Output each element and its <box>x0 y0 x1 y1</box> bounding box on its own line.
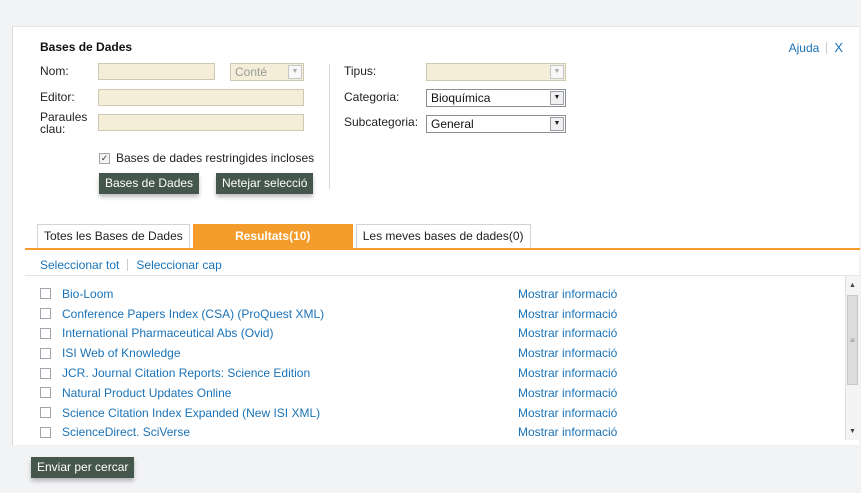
keywords-label: Paraules clau: <box>40 110 88 136</box>
show-info-link[interactable]: Mostrar informació <box>518 287 617 301</box>
tab-my-databases[interactable]: Les meves bases de dades(0) <box>355 224 531 248</box>
scrollbar-thumb[interactable]: ≡ <box>847 295 858 385</box>
divider <box>25 275 860 276</box>
result-name-link[interactable]: International Pharmaceutical Abs (Ovid) <box>62 326 273 340</box>
show-info-link[interactable]: Mostrar informació <box>518 425 617 439</box>
tab-underline <box>25 248 860 250</box>
result-checkbox[interactable] <box>40 347 51 359</box>
category-select-value: Bioquímica <box>431 91 491 105</box>
show-info-link[interactable]: Mostrar informació <box>518 386 617 400</box>
list-item: JCR. Journal Citation Reports: Science E… <box>40 363 840 383</box>
result-checkbox[interactable] <box>40 327 51 339</box>
chevron-down-icon: ▼ <box>550 65 564 79</box>
clear-selection-button[interactable]: Netejar selecció <box>216 173 314 194</box>
result-name-link[interactable]: ScienceDirect. SciVerse <box>62 425 190 439</box>
divider <box>127 259 129 271</box>
category-select[interactable]: Bioquímica ▼ <box>426 89 566 107</box>
category-label: Categoria: <box>344 90 400 104</box>
contains-select-value: Conté <box>235 65 268 79</box>
tab-all-databases[interactable]: Totes les Bases de Dades <box>37 224 190 248</box>
divider <box>826 41 828 54</box>
list-item: ScienceDirect. SciVerse Mostrar informac… <box>40 423 840 443</box>
type-label: Tipus: <box>344 64 377 78</box>
results-list: Bio-Loom Mostrar informació Conference P… <box>40 284 840 442</box>
result-name-link[interactable]: Conference Papers Index (CSA) (ProQuest … <box>62 307 324 321</box>
contains-select[interactable]: Conté ▼ <box>230 63 304 81</box>
results-scrollbar[interactable]: ▲ ≡ ▼ <box>845 276 859 440</box>
result-name-link[interactable]: Science Citation Index Expanded (New ISI… <box>62 406 320 420</box>
result-checkbox[interactable] <box>40 407 51 419</box>
restricted-checkbox-row[interactable]: ✓ Bases de dades restringides incloses <box>99 151 314 165</box>
list-item: Bio-Loom Mostrar informació <box>40 284 840 304</box>
database-panel: Bases de Dades Ajuda X Nom: Conté ▼ Edit… <box>12 26 860 445</box>
keywords-input[interactable] <box>98 114 304 131</box>
subcategory-select[interactable]: General ▼ <box>426 115 566 133</box>
chevron-down-icon: ▼ <box>550 117 564 131</box>
select-none-link[interactable]: Seleccionar cap <box>136 258 221 272</box>
type-select[interactable]: ▼ <box>426 63 566 81</box>
chevron-down-icon: ▼ <box>550 91 564 105</box>
results-tabs: Totes les Bases de Dades Resultats(10) L… <box>37 224 534 248</box>
panel-title: Bases de Dades <box>40 40 133 54</box>
scroll-up-icon[interactable]: ▲ <box>846 278 859 292</box>
result-checkbox[interactable] <box>40 387 51 399</box>
name-label: Nom: <box>40 64 69 78</box>
result-checkbox[interactable] <box>40 367 51 379</box>
restricted-checkbox[interactable]: ✓ <box>99 152 110 164</box>
editor-input[interactable] <box>98 89 304 106</box>
selection-bar: Seleccionar tot Seleccionar cap <box>40 258 222 272</box>
select-all-link[interactable]: Seleccionar tot <box>40 258 119 272</box>
result-checkbox[interactable] <box>40 288 51 300</box>
show-info-link[interactable]: Mostrar informació <box>518 366 617 380</box>
editor-label: Editor: <box>40 90 75 104</box>
tab-results[interactable]: Resultats(10) <box>192 224 353 248</box>
list-item: ISI Web of Knowledge Mostrar informació <box>40 343 840 363</box>
close-icon[interactable]: X <box>834 40 843 55</box>
name-input[interactable] <box>98 63 215 80</box>
list-item: Conference Papers Index (CSA) (ProQuest … <box>40 304 840 324</box>
help-link[interactable]: Ajuda <box>789 41 820 55</box>
show-info-link[interactable]: Mostrar informació <box>518 346 617 360</box>
show-info-link[interactable]: Mostrar informació <box>518 406 617 420</box>
page: Bases de Dades Ajuda X Nom: Conté ▼ Edit… <box>0 0 861 493</box>
list-item: Natural Product Updates Online Mostrar i… <box>40 383 840 403</box>
result-checkbox[interactable] <box>40 426 51 438</box>
subcategory-select-value: General <box>431 117 474 131</box>
result-name-link[interactable]: Bio-Loom <box>62 287 113 301</box>
list-item: International Pharmaceutical Abs (Ovid) … <box>40 324 840 344</box>
show-info-link[interactable]: Mostrar informació <box>518 326 617 340</box>
result-name-link[interactable]: ISI Web of Knowledge <box>62 346 181 360</box>
result-checkbox[interactable] <box>40 308 51 320</box>
result-name-link[interactable]: JCR. Journal Citation Reports: Science E… <box>62 366 310 380</box>
panel-actions: Ajuda X <box>789 40 843 55</box>
subcategory-label: Subcategoria: <box>344 115 419 129</box>
result-name-link[interactable]: Natural Product Updates Online <box>62 386 231 400</box>
show-info-link[interactable]: Mostrar informació <box>518 307 617 321</box>
scroll-down-icon[interactable]: ▼ <box>846 424 859 438</box>
list-item: Science Citation Index Expanded (New ISI… <box>40 403 840 423</box>
submit-search-button[interactable]: Enviar per cercar <box>31 457 135 478</box>
chevron-down-icon: ▼ <box>288 65 302 79</box>
column-divider <box>329 64 330 189</box>
restricted-checkbox-label: Bases de dades restringides incloses <box>116 151 315 165</box>
search-databases-button[interactable]: Bases de Dades <box>99 173 200 194</box>
